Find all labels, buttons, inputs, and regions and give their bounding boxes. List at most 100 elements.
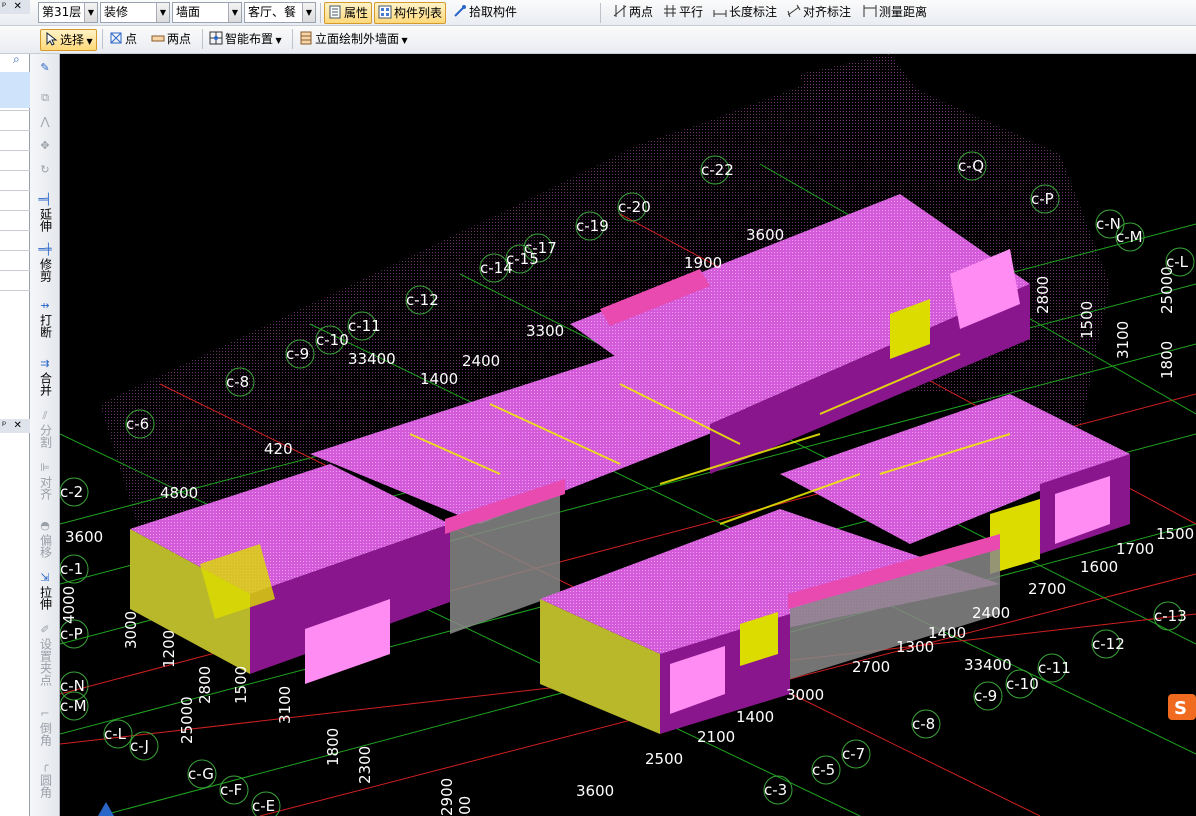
select-label: 选择 xyxy=(60,33,85,47)
point-button[interactable]: 点 xyxy=(106,29,140,51)
dimension-label: 1500 xyxy=(1078,301,1096,339)
axis-label: c-10 xyxy=(316,331,349,349)
dimension-label: 3600 xyxy=(746,226,784,244)
chevron-down-icon: ▼ xyxy=(273,36,282,45)
measure-distance-button[interactable]: 测量距离 xyxy=(860,2,930,24)
pin-icon[interactable]: ᵖ xyxy=(2,1,6,12)
mirror-button[interactable]: ⋀ xyxy=(30,116,60,130)
offset-label: 偏移 xyxy=(38,534,53,558)
align-button[interactable]: ⊫ 对齐 xyxy=(30,462,60,503)
component-list-button[interactable]: 构件列表 xyxy=(374,2,447,24)
divider xyxy=(0,290,30,291)
dimension-label: 33400 xyxy=(964,656,1012,674)
axis-label: c-9 xyxy=(286,345,309,363)
aligned-dim-button[interactable]: 对齐标注 xyxy=(784,2,854,24)
fillet-icon: ╭ xyxy=(41,759,49,772)
chamfer-button[interactable]: ⌐ 倒角 xyxy=(30,708,60,749)
select-button[interactable]: 选择 ▼ xyxy=(40,29,97,51)
dimension-label: 33400 xyxy=(348,350,396,368)
3d-viewport[interactable]: c-Q c-P c-N c-M c-L c-22 c-20 c-19 c-17 c-15 c-14 c… xyxy=(60,54,1196,816)
grip-label: 设置夹点 xyxy=(38,638,53,686)
selected-tree-row[interactable] xyxy=(0,72,30,108)
parallel-icon xyxy=(664,5,676,17)
brush-icon: ✎ xyxy=(40,61,50,74)
building-model-canvas[interactable]: c-Qc-Pc-Nc-Mc-Lc-22c-20c-19c-17c-15c-14c… xyxy=(60,54,1196,816)
rotate-button[interactable]: ↻ xyxy=(30,164,60,178)
properties-button[interactable]: 属性 xyxy=(324,2,373,24)
axis-label: c-3 xyxy=(764,781,787,799)
ruler-icon xyxy=(863,5,877,17)
trim-button[interactable]: ═╪ 修剪 xyxy=(30,244,60,285)
chevron-down-icon: ▼ xyxy=(399,36,408,45)
pick-component-label: 拾取构件 xyxy=(469,5,518,19)
search-icon[interactable]: ⌕ xyxy=(13,52,27,66)
break-label: 打断 xyxy=(38,314,53,338)
brand-logo-icon: S xyxy=(1168,694,1196,720)
parallel-button[interactable]: 平行 xyxy=(660,2,706,24)
dimension-label: 1900 xyxy=(684,254,722,272)
chevron-down-icon: ▼ xyxy=(84,3,97,22)
parallel-label: 平行 xyxy=(679,5,704,19)
axis-label: c-M xyxy=(1116,228,1143,246)
component-list-label: 构件列表 xyxy=(394,6,443,20)
extend-button[interactable]: ═╡ 延伸 xyxy=(30,194,60,235)
dimension-label: 1200 xyxy=(160,630,178,668)
dimension-label: 1400 xyxy=(928,624,966,642)
divider xyxy=(0,130,30,131)
dimension-label: 2500 xyxy=(645,750,683,768)
brush-button[interactable]: ✎ xyxy=(30,62,60,76)
copy-button[interactable]: ⧉ xyxy=(30,92,60,106)
two-points-label: 两点 xyxy=(167,32,192,46)
trim-label: 修剪 xyxy=(38,258,53,282)
dimension-label: 1500 xyxy=(1156,525,1194,543)
two-points-button[interactable]: 两点 xyxy=(148,29,194,51)
pin-icon[interactable]: ᵖ xyxy=(2,420,6,431)
aligned-dim-icon xyxy=(787,4,801,18)
dimension-label: 1400 xyxy=(420,370,458,388)
elevation-wall-button[interactable]: 立面绘制外墙面 ▼ xyxy=(296,29,411,51)
axis-label: c-2 xyxy=(60,483,83,501)
break-icon: ⇸ xyxy=(40,299,50,312)
close-icon[interactable]: ✕ xyxy=(13,1,21,12)
axis-label: c-19 xyxy=(576,217,609,235)
room-select[interactable]: 客厅、餐 ▼ xyxy=(244,2,316,23)
component-select[interactable]: 墙面 ▼ xyxy=(172,2,242,23)
dimension-label: 3100 xyxy=(276,686,294,724)
break-button[interactable]: ⇸ 打断 xyxy=(30,300,60,341)
axis-label: c-13 xyxy=(1154,607,1187,625)
list-icon xyxy=(378,5,392,19)
fillet-button[interactable]: ╭ 圆角 xyxy=(30,760,60,801)
dimension-label: 2400 xyxy=(462,352,500,370)
view-compass-icon[interactable] xyxy=(98,802,114,816)
chamfer-icon: ⌐ xyxy=(40,707,50,720)
length-dim-button[interactable]: 长度标注 xyxy=(710,2,780,24)
property-toolbar: 第31层 ▼ 装修 ▼ 墙面 ▼ 客厅、餐 ▼ 属性 构件列表 拾取构件 两点 xyxy=(0,0,1196,26)
move-button[interactable]: ✥ xyxy=(30,140,60,154)
axis-label: c-8 xyxy=(912,715,935,733)
separator xyxy=(292,29,293,49)
smart-layout-button[interactable]: 智能布置 ▼ xyxy=(206,29,285,51)
dimension-label: 3000 xyxy=(122,611,140,649)
smart-layout-label: 智能布置 xyxy=(225,32,274,46)
dimension-label: 2700 xyxy=(852,658,890,676)
offset-button[interactable]: ◓ 偏移 xyxy=(30,520,60,561)
category-select[interactable]: 装修 ▼ xyxy=(100,2,170,23)
set-grip-button[interactable]: ✐ 设置夹点 xyxy=(30,624,60,689)
floor-select[interactable]: 第31层 ▼ xyxy=(38,2,98,23)
two-points-dim-button[interactable]: 两点 xyxy=(610,2,656,24)
dimension-label: 1800 xyxy=(324,728,342,766)
stretch-button[interactable]: ⇲ 拉伸 xyxy=(30,572,60,613)
room-value: 客厅、餐 xyxy=(248,5,297,19)
split-label: 分割 xyxy=(38,424,53,448)
dimension-label: 1400 xyxy=(736,708,774,726)
pick-component-button[interactable]: 拾取构件 xyxy=(450,2,520,24)
split-button[interactable]: ⫽ 分割 xyxy=(30,410,60,451)
close-icon[interactable]: ✕ xyxy=(13,420,21,431)
wall-line-icon xyxy=(151,35,165,42)
stretch-label: 拉伸 xyxy=(38,586,53,610)
axis-label: c-P xyxy=(1031,190,1054,208)
divider xyxy=(0,110,30,111)
merge-button[interactable]: ⇉ 合并 xyxy=(30,358,60,399)
fillet-label: 圆角 xyxy=(38,774,53,798)
merge-icon: ⇉ xyxy=(40,357,50,370)
